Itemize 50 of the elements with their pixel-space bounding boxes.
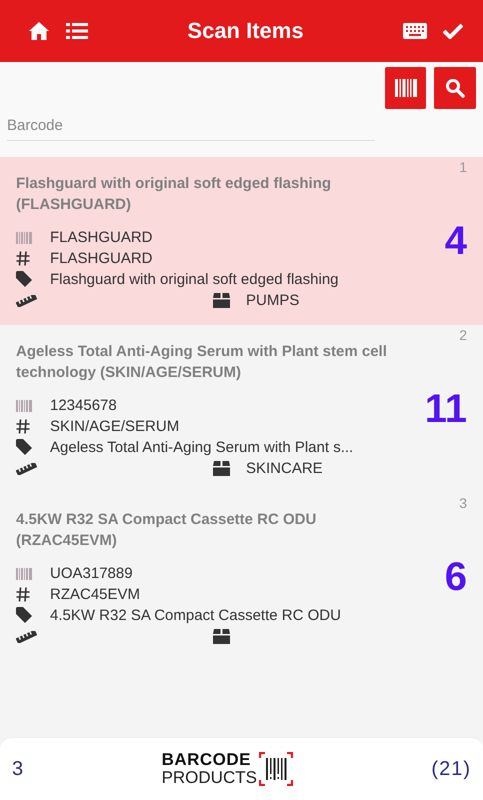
- barcode-icon: [394, 79, 417, 97]
- ruler-icon: [16, 294, 37, 306]
- hash-icon: [16, 419, 30, 434]
- item-code: FLASHGUARD: [50, 250, 153, 267]
- list-icon[interactable]: [66, 22, 88, 40]
- barcode-icon: [16, 400, 32, 412]
- item-category: PUMPS: [246, 292, 300, 309]
- hash-icon: [16, 587, 30, 602]
- item-index: 1: [459, 159, 467, 175]
- item-index: 2: [459, 327, 467, 343]
- barcode-icon: [16, 232, 32, 244]
- item-description: 4.5KW R32 SA Compact Cassette RC ODU: [50, 607, 341, 624]
- tag-icon: [16, 271, 33, 288]
- item-barcode: UOA317889: [50, 565, 133, 582]
- checkmark-icon[interactable]: [442, 23, 463, 39]
- item-index: 3: [459, 495, 467, 511]
- item-quantity: 6: [444, 555, 467, 600]
- item-card[interactable]: 1 Flashguard with original soft edged flashing (FLASHGUARD) FLASHGUARD FLASHGUARD Flashguard with original soft edged flashing PUMPS 4: [0, 157, 483, 325]
- barcode-logo-icon: [258, 752, 293, 786]
- logo-text: PRODUCTS: [162, 769, 257, 787]
- item-title: Ageless Total Anti-Aging Serum with Plant stem cell technology (SKIN/AGE/SERUM): [16, 342, 388, 383]
- item-quantity: 4: [444, 219, 467, 264]
- box-icon: [213, 461, 230, 476]
- barcode-icon: [16, 568, 32, 580]
- tag-icon: [16, 607, 33, 624]
- logo-text: BARCODE: [162, 751, 252, 769]
- barcode-scan-button[interactable]: [384, 67, 426, 109]
- page-title: Scan Items: [187, 18, 304, 44]
- keyboard-icon[interactable]: [402, 23, 427, 39]
- item-code: RZAC45EVM: [50, 586, 140, 603]
- hash-icon: [16, 251, 30, 266]
- item-description: Flashguard with original soft edged flashing: [50, 271, 339, 288]
- home-icon[interactable]: [28, 21, 50, 41]
- search-button[interactable]: [434, 67, 476, 109]
- item-count: 3: [12, 758, 24, 780]
- ruler-icon: [16, 462, 37, 474]
- item-title: Flashguard with original soft edged flashing (FLASHGUARD): [16, 174, 332, 215]
- item-description: Ageless Total Anti-Aging Serum with Plant s...: [50, 439, 354, 456]
- item-barcode: FLASHGUARD: [50, 229, 153, 246]
- search-icon: [445, 78, 466, 98]
- box-icon: [213, 629, 230, 644]
- item-code: SKIN/AGE/SERUM: [50, 418, 180, 435]
- item-quantity: 11: [424, 387, 467, 432]
- box-icon: [213, 293, 230, 308]
- item-category: SKINCARE: [246, 460, 323, 477]
- item-title: 4.5KW R32 SA Compact Cassette RC ODU (RZAC45EVM): [16, 510, 318, 551]
- ruler-icon: [16, 630, 37, 642]
- total-quantity: (21): [431, 758, 471, 780]
- item-barcode: 12345678: [50, 397, 117, 414]
- tag-icon: [16, 439, 33, 456]
